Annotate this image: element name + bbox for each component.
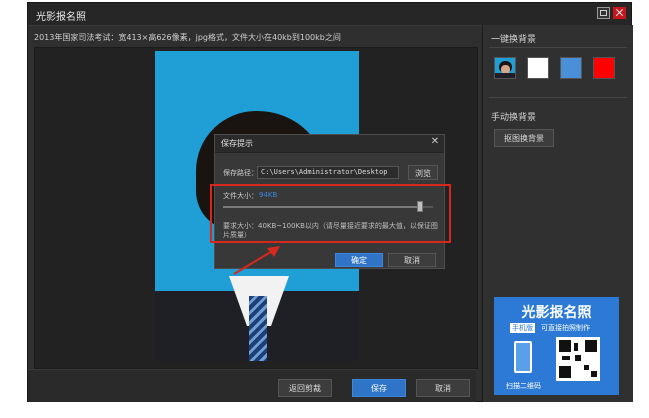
ad-title: 光影报名照 [521,305,592,321]
dialog-cancel-button[interactable]: 取消 [388,253,436,267]
spec-info: 2013年国家司法考试：宽413×高626像素，jpg格式，文件大小在40kb到… [34,33,341,42]
photo-thumbnail[interactable] [494,57,516,79]
title-bar: 光影报名照 [28,3,631,26]
crop-back-button[interactable]: 返回剪裁 [278,379,332,397]
ad-subtitle: 可直接拍照制作 [541,324,590,332]
dialog-close-icon[interactable]: ✕ [430,137,440,147]
mobile-app-ad[interactable]: 光影报名照 手机版 可直接拍照制作 扫描二维码 [494,297,619,395]
dialog-title: 保存提示 [221,139,253,148]
bg-swatch-white[interactable] [527,57,549,79]
ok-button[interactable]: 确定 [335,253,383,267]
thumbnail-image [495,58,515,78]
browse-button[interactable]: 浏览 [408,165,438,180]
ad-tag: 手机版 [510,323,535,333]
qr-code [556,337,600,381]
bg-swatch-blue[interactable] [560,57,582,79]
save-path-label: 保存路径： [223,169,258,177]
divider [489,97,627,98]
red-arrow-icon [233,246,280,275]
one-click-bg-title: 一键换背景 [491,35,537,45]
window-title: 光影报名照 [36,12,86,23]
bg-swatch-red[interactable] [593,57,615,79]
ad-scan-text: 扫描二维码 [506,382,541,390]
close-icon[interactable] [613,7,626,19]
dialog-title-bar: 保存提示 ✕ [215,135,444,153]
photo-tie [249,296,267,361]
cutout-bg-button[interactable]: 抠图换背景 [494,129,554,147]
bottom-toolbar: 返回剪裁 保存 取消 [28,369,476,402]
maximize-icon[interactable] [597,7,610,19]
manual-bg-title: 手动换背景 [491,113,537,123]
highlight-box [210,184,451,243]
save-button[interactable]: 保存 [352,379,406,397]
save-path-field[interactable]: C:\Users\Administrator\Desktop [257,166,399,179]
divider [489,47,627,48]
sidebar: 一键换背景 手动换背景 抠图换背景 光影报名照 手机版 可直接拍照制作 扫描二维… [482,25,633,402]
phone-icon [514,341,532,373]
cancel-button[interactable]: 取消 [416,379,470,397]
